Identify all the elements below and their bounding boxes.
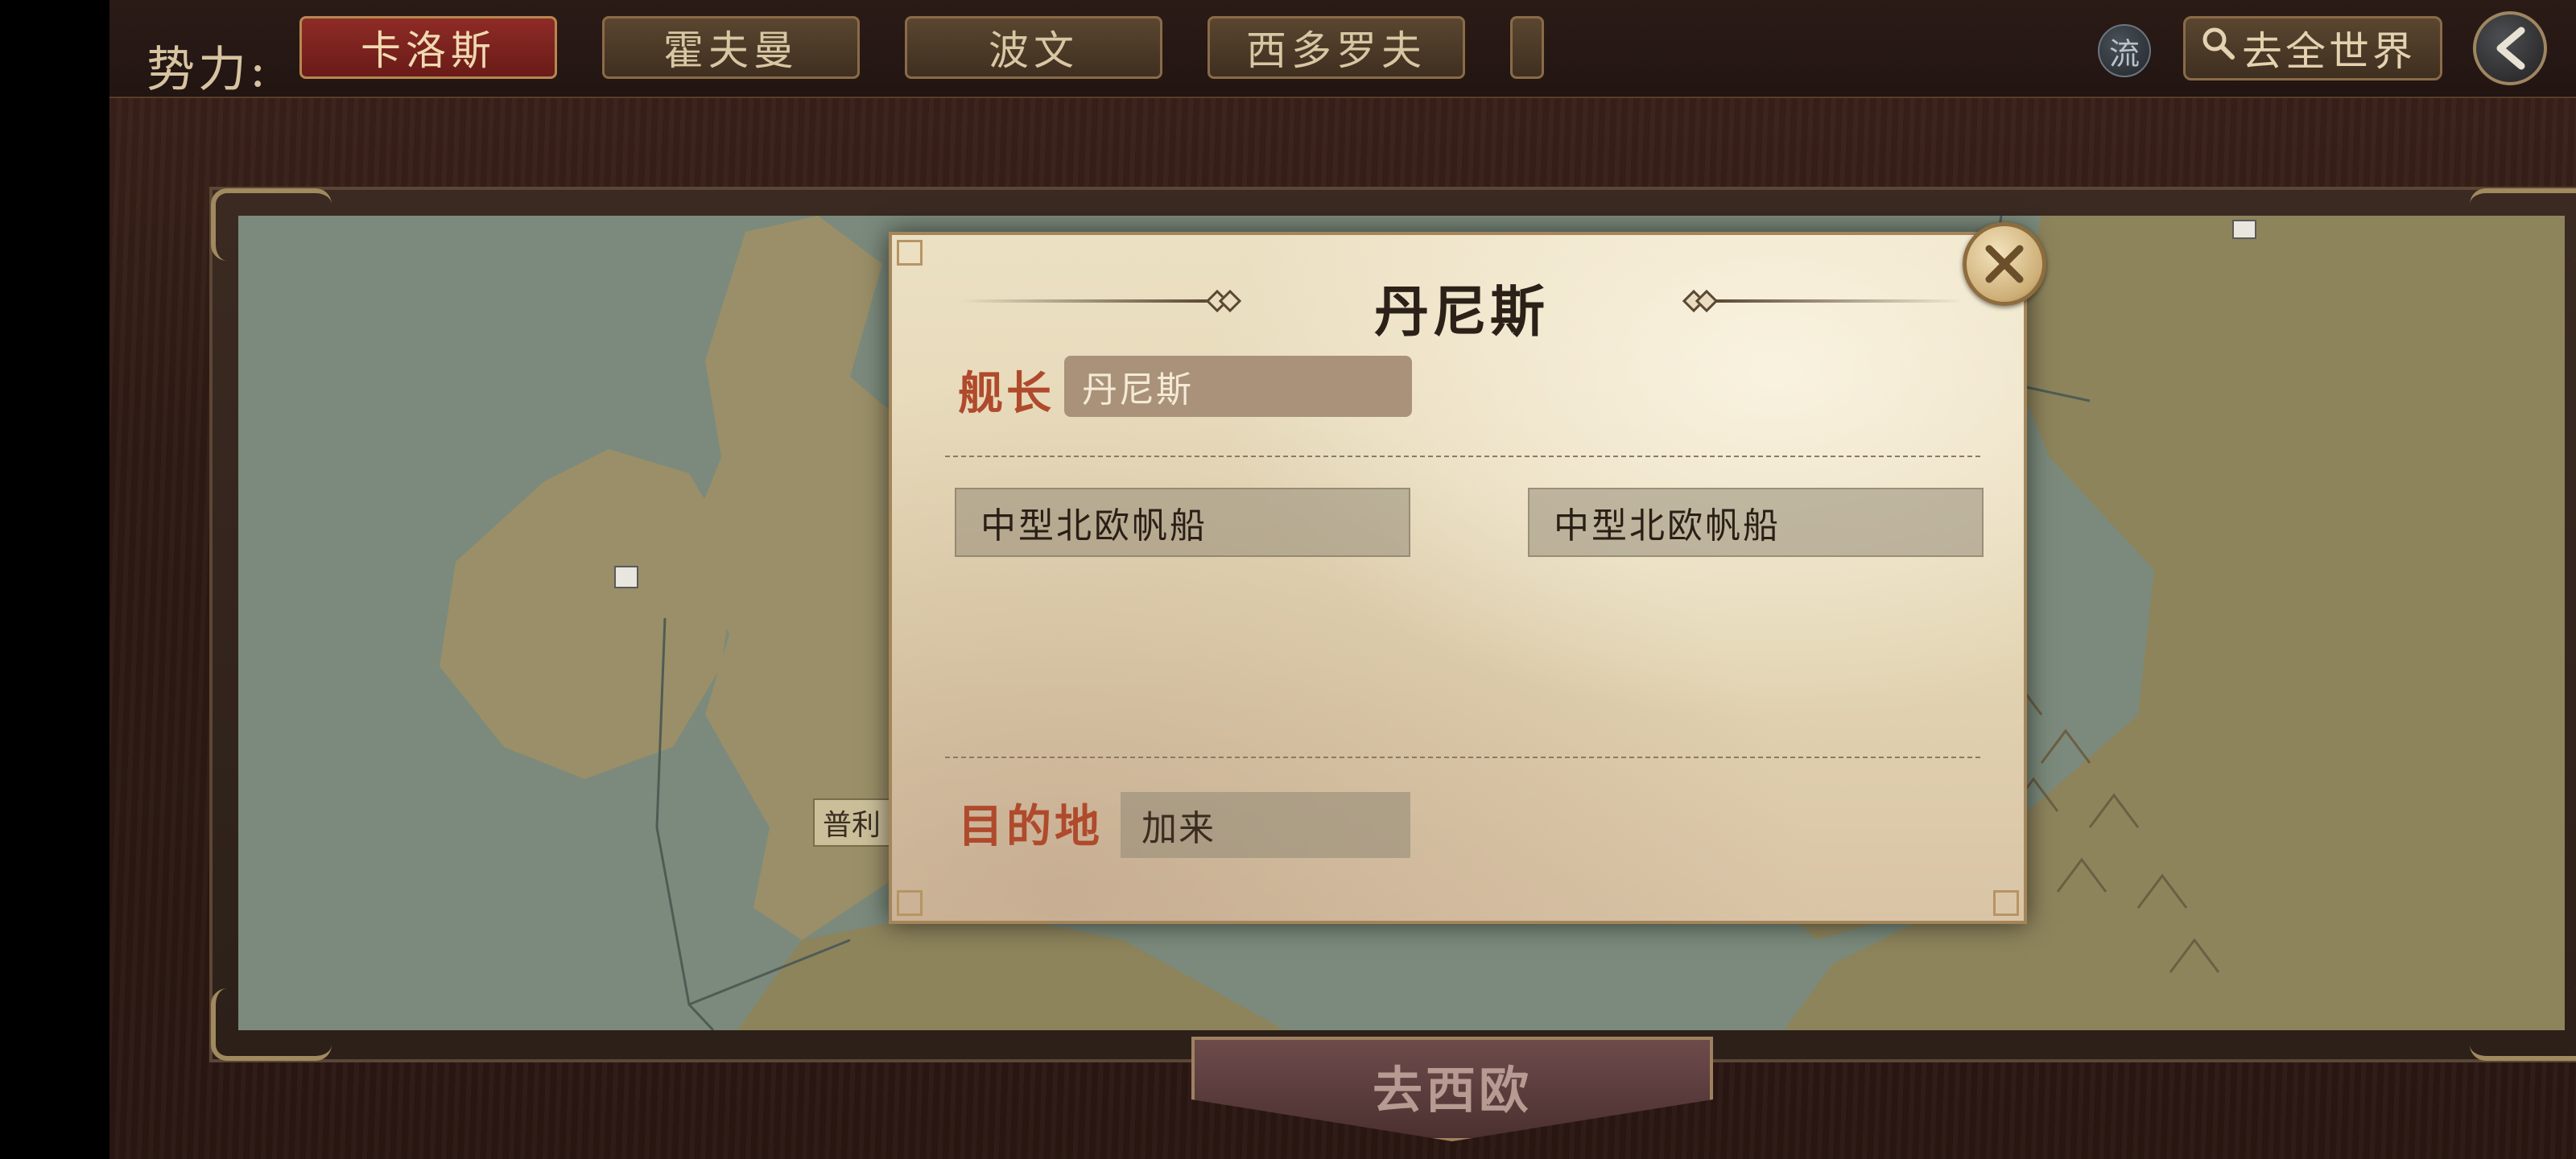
captain-label: 舰长 — [958, 367, 1055, 420]
ship-slot-2[interactable]: 中型北欧帆船 — [1528, 488, 1984, 557]
frame-corner-ornament — [2470, 188, 2576, 261]
popup-corner — [1993, 890, 2019, 916]
faction-tab-carlos[interactable]: 卡洛斯 — [299, 16, 557, 79]
city-label[interactable]: 普利 — [813, 798, 891, 847]
ship-slot-1[interactable]: 中型北欧帆船 — [955, 488, 1410, 557]
back-button[interactable] — [2473, 11, 2547, 85]
go-western-europe-button[interactable]: 去西欧 — [1191, 1037, 1713, 1141]
frame-corner-ornament — [211, 988, 332, 1061]
popup-corner — [897, 240, 923, 266]
divider — [945, 757, 1980, 758]
title-decoration-right — [1715, 299, 1964, 303]
search-world-button[interactable]: 去全世界 — [2183, 16, 2442, 80]
close-icon — [1985, 245, 2024, 283]
frame-corner-ornament — [211, 188, 332, 261]
captain-name-field: 丹尼斯 — [1064, 356, 1412, 417]
close-button[interactable] — [1963, 222, 2046, 306]
faction-label: 势力: — [147, 42, 270, 98]
search-world-label: 去全世界 — [2242, 28, 2416, 75]
faction-tab-bowen[interactable]: 波文 — [905, 16, 1162, 79]
game-screen: 势力: 卡洛斯 霍夫曼 波文 西多罗夫 流 去全世界 普利 去西欧 丹尼斯 舰长… — [109, 0, 2576, 1159]
faction-tab-hoffman[interactable]: 霍夫曼 — [602, 16, 860, 79]
fleet-info-popup: 丹尼斯 舰长 丹尼斯 中型北欧帆船 中型北欧帆船 目的地 加来 — [889, 232, 2027, 924]
destination-field: 加来 — [1121, 792, 1410, 858]
faction-bar: 势力: 卡洛斯 霍夫曼 波文 西多罗夫 流 去全世界 — [109, 0, 2576, 98]
chevron-left-icon — [2496, 27, 2525, 70]
divider — [945, 456, 1980, 457]
search-icon — [2200, 25, 2237, 72]
destination-label: 目的地 — [958, 800, 1103, 853]
popup-corner — [897, 890, 923, 916]
faction-tab-sidorov[interactable]: 西多罗夫 — [1208, 16, 1465, 79]
faction-tab-partial[interactable] — [1510, 16, 1544, 79]
frame-corner-ornament — [2470, 988, 2576, 1061]
popup-title: 丹尼斯 — [1373, 280, 1548, 344]
flow-button[interactable]: 流 — [2098, 24, 2151, 77]
